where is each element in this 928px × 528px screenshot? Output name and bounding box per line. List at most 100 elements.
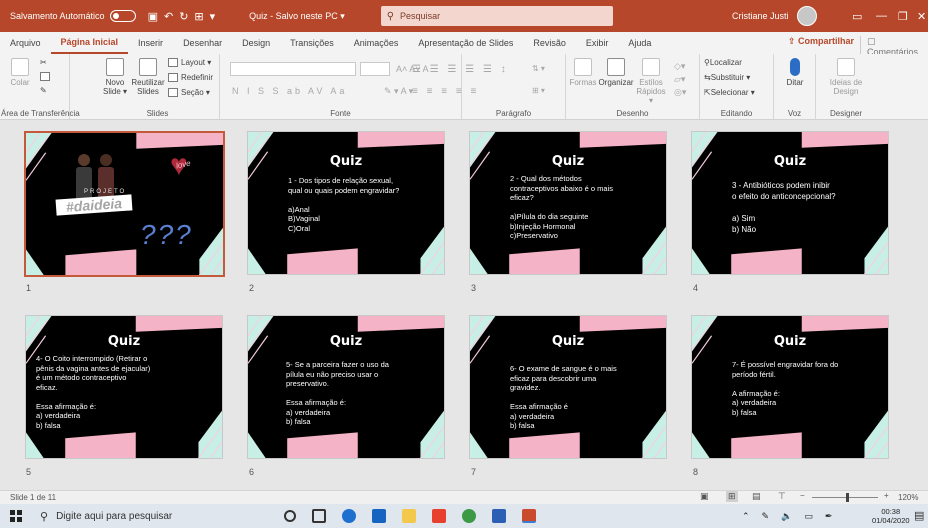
slide-thumbnail-2[interactable]: Quiz 1 - Dos tipos de relação sexual, qu… (247, 131, 445, 275)
cortana-icon[interactable] (284, 510, 296, 522)
design-ideas-label: Ideias de Design (829, 78, 863, 96)
battery-icon[interactable]: ▭ (804, 511, 813, 522)
tab-animations[interactable]: Animações (344, 32, 409, 54)
font-size-input[interactable] (360, 62, 390, 76)
font-format-buttons[interactable]: N I S S ab AV Aa (232, 86, 347, 96)
tab-design[interactable]: Design (232, 32, 280, 54)
slide-thumbnail-8[interactable]: Quiz 7- É possível engravidar fora do pe… (691, 315, 889, 459)
slide-number-4: 4 (693, 283, 699, 293)
clock[interactable]: 00:38 01/04/2020 (872, 507, 910, 525)
tab-insert[interactable]: Inserir (128, 32, 173, 54)
undo-icon[interactable]: ↶ (164, 10, 179, 23)
slideshow-view-icon[interactable]: ⊤ (778, 491, 786, 502)
slide-title: Quiz (551, 154, 585, 169)
file-explorer-icon[interactable] (402, 509, 416, 523)
new-slide-button[interactable]: Novo Slide ▾ (102, 58, 128, 96)
zoom-slider-handle[interactable] (846, 493, 849, 502)
align-buttons[interactable]: ≡ ≡ ≡ ≡ ≡ (412, 86, 479, 97)
tab-view[interactable]: Exibir (576, 32, 619, 54)
reset-button[interactable]: Redefinir (168, 73, 213, 82)
layout-button[interactable]: Layout ▾ (168, 58, 211, 67)
quick-styles-button[interactable]: Estilos Rápidos ▾ (636, 58, 666, 105)
slide-thumbnail-6[interactable]: Quiz 5- Se a parceira fazer o uso da píl… (247, 315, 445, 459)
shape-format-buttons[interactable]: ◇▾ ▱▾ ◎▾ (674, 60, 686, 99)
paste-button[interactable]: Colar (6, 58, 34, 87)
autosave-toggle[interactable] (109, 10, 136, 22)
powerpoint-icon[interactable] (522, 509, 536, 523)
ribbon: Colar ✂ ✎ Área de Transferência Novo Sli… (0, 54, 928, 120)
reading-view-icon[interactable]: ▤ (752, 491, 761, 502)
cut-button[interactable]: ✂ (40, 58, 47, 67)
avatar[interactable] (796, 6, 817, 26)
zoom-slider[interactable] (812, 497, 878, 498)
shape-fill-icon: ◇▾ ▱▾ ◎▾ (674, 61, 687, 97)
slide-thumbnail-1[interactable]: PROJETO #daideia ♥ love ??? (24, 131, 225, 277)
save-icon[interactable]: ▣ (148, 10, 164, 23)
slide-thumbnail-3[interactable]: Quiz 2 - Qual dos métodos contraceptivos… (469, 131, 667, 275)
zoom-out-icon[interactable]: − (800, 491, 805, 500)
font-name-input[interactable] (230, 62, 356, 76)
smartart-button[interactable]: ⊞ ▾ (532, 86, 545, 95)
autosave[interactable]: Salvamento Automático (10, 10, 136, 22)
edge-browser-icon[interactable] (342, 509, 356, 523)
tab-draw[interactable]: Desenhar (173, 32, 232, 54)
taskbar-search[interactable]: ⚲ Digite aqui para pesquisar (40, 504, 172, 528)
shapes-icon (574, 58, 592, 76)
share-button[interactable]: ⇪ Compartilhar (788, 36, 854, 47)
comment-icon: ▢ (867, 36, 876, 46)
section-button[interactable]: Seção ▾ (168, 88, 210, 97)
select-button[interactable]: ⇱ Selecionar ▾ (704, 88, 755, 97)
slide-thumbnail-7[interactable]: Quiz 6- O exame de sangue é o mais efica… (469, 315, 667, 459)
tray-expand-icon[interactable]: ⌃ (742, 511, 750, 522)
tab-slideshow[interactable]: Apresentação de Slides (408, 32, 523, 54)
design-ideas-button[interactable]: Ideias de Design (828, 58, 864, 96)
windows-start-icon[interactable] (10, 510, 22, 522)
copy-button[interactable] (40, 72, 53, 81)
redo-icon[interactable]: ↻ (179, 10, 194, 23)
group-clipboard: Colar ✂ ✎ Área de Transferência (0, 54, 80, 120)
document-title[interactable]: Quiz - Salvo neste PC ▾ (249, 11, 345, 22)
find-button[interactable]: ⚲ Localizar (704, 58, 742, 67)
shapes-button[interactable]: Formas (568, 58, 598, 87)
slide-thumbnail-4[interactable]: Quiz 3 - Antibióticos podem inibir o efe… (691, 131, 889, 275)
customize-icon[interactable]: ▾ (210, 10, 222, 23)
ribbon-display-icon[interactable]: ▭ (852, 0, 862, 32)
slide-question: 6- O exame de sangue é o mais eficaz par… (510, 364, 617, 430)
tab-file[interactable]: Arquivo (0, 32, 51, 54)
format-painter-button[interactable]: ✎ (40, 86, 47, 95)
autosave-label: Salvamento Automático (10, 11, 105, 21)
replace-button[interactable]: ⇆ Substituir ▾ (704, 73, 750, 82)
notifications-icon[interactable]: ▤ (914, 509, 924, 522)
tab-transitions[interactable]: Transições (280, 32, 344, 54)
chrome-icon[interactable] (462, 509, 476, 523)
minimize-icon[interactable]: — (876, 0, 887, 32)
maximize-icon[interactable]: ❐ (898, 0, 908, 32)
user-account[interactable]: Cristiane Justi (732, 0, 817, 32)
slide-sorter-view-icon[interactable]: ⊞ (726, 491, 738, 502)
close-icon[interactable]: ✕ (917, 0, 926, 32)
volume-icon[interactable]: 🔈 (781, 511, 792, 522)
arrange-button[interactable]: Organizar (598, 58, 634, 87)
dictate-button[interactable]: Ditar (782, 58, 808, 87)
task-view-icon[interactable] (312, 509, 326, 523)
store-icon[interactable] (372, 509, 386, 523)
list-buttons[interactable]: ☰ ☰ ☰ ☰ ☰ ↕ (412, 64, 509, 75)
font-color-buttons[interactable]: ✎ ▾ A ▾ (384, 86, 413, 97)
normal-view-icon[interactable]: ▣ (700, 491, 709, 502)
touch-mode-icon[interactable]: ⊞ (194, 10, 209, 23)
pen-workspace-icon[interactable]: ✒ (825, 511, 833, 522)
office-icon[interactable] (432, 509, 446, 523)
slide-question: 5- Se a parceira fazer o uso da pílula e… (286, 360, 389, 426)
reuse-slides-button[interactable]: Reutilizar Slides (131, 58, 165, 96)
search-box[interactable]: ⚲ Pesquisar (380, 6, 613, 26)
slide-thumbnail-5[interactable]: Quiz 4- O Coito interrompido (Retirar o … (25, 315, 223, 459)
tab-home[interactable]: Página Inicial (50, 32, 129, 54)
tab-review[interactable]: Revisão (523, 32, 576, 54)
zoom-level[interactable]: 120% (898, 493, 918, 502)
tab-help[interactable]: Ajuda (618, 32, 661, 54)
pen-icon[interactable]: ✎ (762, 511, 770, 522)
text-direction-button[interactable]: ⇅ ▾ (532, 64, 545, 73)
zoom-in-icon[interactable]: + (884, 491, 889, 500)
word-icon[interactable] (492, 509, 506, 523)
section-label: Seção ▾ (181, 88, 210, 97)
